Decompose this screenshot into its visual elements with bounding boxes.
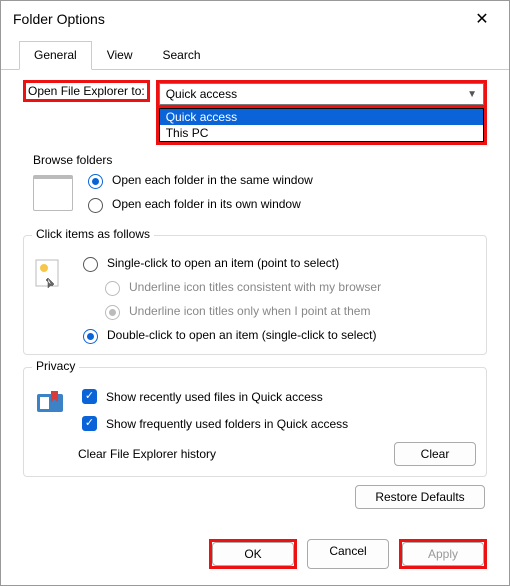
check-frequent-folders-input[interactable] <box>82 416 97 431</box>
tab-search[interactable]: Search <box>148 41 216 69</box>
apply-button[interactable]: Apply <box>402 542 484 566</box>
cancel-button[interactable]: Cancel <box>307 539 389 569</box>
radio-own-window-label: Open each folder in its own window <box>112 197 301 211</box>
radio-same-window-input[interactable] <box>88 174 103 189</box>
check-frequent-folders[interactable]: Show frequently used folders in Quick ac… <box>78 413 476 434</box>
radio-underline-browser-input <box>105 281 120 296</box>
clear-history-row: Clear File Explorer history Clear <box>78 442 476 466</box>
privacy-legend: Privacy <box>32 359 79 373</box>
radio-double-click[interactable]: Double-click to open an item (single-cli… <box>78 326 476 344</box>
group-privacy: Privacy Show recently used files in Quic… <box>23 367 487 477</box>
close-icon[interactable]: ✕ <box>467 9 497 29</box>
tab-general[interactable]: General <box>19 41 92 70</box>
option-quick-access[interactable]: Quick access <box>160 109 483 125</box>
clear-history-label: Clear File Explorer history <box>78 447 216 461</box>
radio-single-click[interactable]: Single-click to open an item (point to s… <box>78 254 476 272</box>
radio-own-window-input[interactable] <box>88 198 103 213</box>
group-browse-folders: Browse folders Open each folder in the s… <box>23 151 487 223</box>
option-this-pc[interactable]: This PC <box>160 125 483 141</box>
clear-button[interactable]: Clear <box>394 442 476 466</box>
click-legend: Click items as follows <box>32 227 154 241</box>
radio-underline-point: Underline icon titles only when I point … <box>100 302 476 320</box>
radio-same-window[interactable]: Open each folder in the same window <box>83 171 477 189</box>
restore-defaults-button[interactable]: Restore Defaults <box>355 485 485 509</box>
tab-strip: General View Search <box>1 37 509 70</box>
check-recent-files[interactable]: Show recently used files in Quick access <box>78 386 476 407</box>
apply-highlight: Apply <box>399 539 487 569</box>
folder-icon <box>33 175 73 211</box>
dialog-footer: OK Cancel Apply <box>1 529 509 585</box>
folder-options-dialog: Folder Options ✕ General View Search Ope… <box>0 0 510 586</box>
open-explorer-combo-wrap: Quick access ▼ Quick access This PC <box>156 80 487 145</box>
open-explorer-label: Open File Explorer to: <box>23 80 150 102</box>
tab-body: Open File Explorer to: Quick access ▼ Qu… <box>1 70 509 529</box>
ok-highlight: OK <box>209 539 297 569</box>
combo-value: Quick access <box>166 87 237 101</box>
radio-underline-browser-label: Underline icon titles consistent with my… <box>129 280 381 294</box>
tab-view[interactable]: View <box>92 41 148 69</box>
radio-underline-browser: Underline icon titles consistent with my… <box>100 278 476 296</box>
group-click-items: Click items as follows Single-click to o… <box>23 235 487 355</box>
check-recent-files-label: Show recently used files in Quick access <box>106 390 323 404</box>
chevron-down-icon: ▼ <box>467 89 477 100</box>
window-title: Folder Options <box>13 11 105 27</box>
browse-legend: Browse folders <box>33 153 112 167</box>
click-icon <box>34 258 68 298</box>
check-recent-files-input[interactable] <box>82 389 97 404</box>
radio-underline-point-label: Underline icon titles only when I point … <box>129 304 370 318</box>
radio-double-click-input[interactable] <box>83 329 98 344</box>
privacy-icon <box>34 388 68 418</box>
radio-single-click-input[interactable] <box>83 257 98 272</box>
radio-underline-point-input <box>105 305 120 320</box>
radio-same-window-label: Open each folder in the same window <box>112 173 313 187</box>
open-explorer-combo[interactable]: Quick access ▼ <box>159 83 484 105</box>
ok-button[interactable]: OK <box>212 542 294 566</box>
open-explorer-dropdown: Quick access This PC <box>159 108 484 142</box>
check-frequent-folders-label: Show frequently used folders in Quick ac… <box>106 417 348 431</box>
radio-double-click-label: Double-click to open an item (single-cli… <box>107 328 376 342</box>
radio-own-window[interactable]: Open each folder in its own window <box>83 195 477 213</box>
restore-row: Restore Defaults <box>23 485 487 509</box>
radio-single-click-label: Single-click to open an item (point to s… <box>107 256 339 270</box>
titlebar: Folder Options ✕ <box>1 1 509 37</box>
open-explorer-row: Open File Explorer to: Quick access ▼ Qu… <box>23 80 487 145</box>
